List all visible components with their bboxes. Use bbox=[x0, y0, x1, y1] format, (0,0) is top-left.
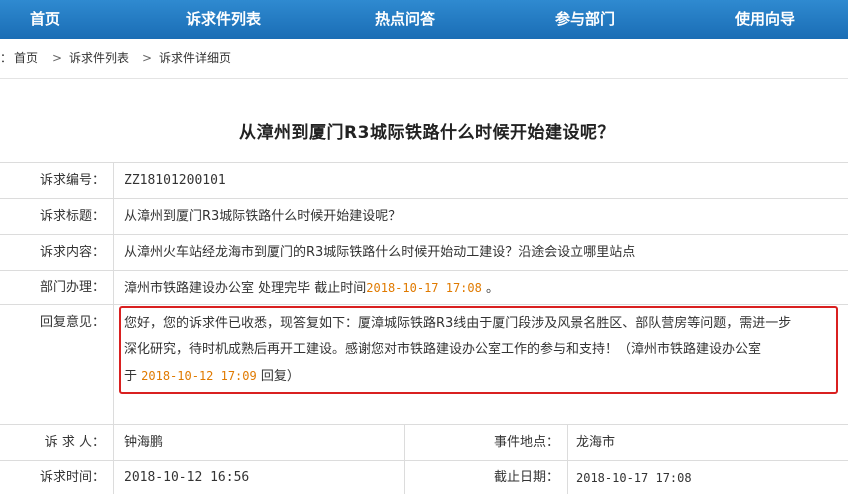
time-label: 诉求时间： bbox=[0, 461, 114, 494]
row-time: 诉求时间： 2018-10-12 16:56 截止日期： 2018-10-17 … bbox=[0, 461, 848, 494]
nav-home[interactable]: 首页 bbox=[30, 0, 60, 39]
content-label: 诉求内容： bbox=[0, 235, 114, 270]
department-status: 漳州市铁路建设办公室 处理完毕 截止时间 bbox=[124, 281, 367, 296]
petition-id-label: 诉求编号： bbox=[0, 163, 114, 198]
nav-petition-list[interactable]: 诉求件列表 bbox=[186, 0, 261, 39]
top-nav: 首页 诉求件列表 热点问答 参与部门 使用向导 bbox=[0, 0, 848, 39]
nav-user-guide[interactable]: 使用向导 bbox=[735, 0, 795, 39]
row-subject: 诉求标题： 从漳州到厦门R3城际铁路什么时候开始建设呢？ bbox=[0, 199, 848, 235]
reply-highlight-box bbox=[119, 306, 838, 394]
department-value: 漳州市铁路建设办公室 处理完毕 截止时间2018-10-17 17:08 。 bbox=[124, 271, 838, 306]
breadcrumb-petition-list[interactable]: 诉求件列表 bbox=[69, 51, 129, 65]
row-petition-id: 诉求编号： ZZ18101200101 bbox=[0, 163, 848, 199]
nav-departments[interactable]: 参与部门 bbox=[555, 0, 615, 39]
breadcrumb-separator: > bbox=[52, 51, 63, 65]
department-label: 部门办理： bbox=[0, 271, 114, 304]
department-deadline: 2018-10-17 17:08 bbox=[366, 281, 482, 295]
nav-hot-qa[interactable]: 热点问答 bbox=[375, 0, 435, 39]
reply-label: 回复意见： bbox=[0, 305, 114, 424]
location-label: 事件地点： bbox=[404, 425, 568, 461]
time-value: 2018-10-12 16:56 bbox=[124, 470, 250, 485]
detail-table: 诉求编号： ZZ18101200101 诉求标题： 从漳州到厦门R3城际铁路什么… bbox=[0, 162, 848, 494]
breadcrumb-prefix: ： bbox=[0, 51, 13, 65]
subject-label: 诉求标题： bbox=[0, 199, 114, 234]
breadcrumb-current: 诉求件详细页 bbox=[159, 51, 232, 65]
row-department: 部门办理： 漳州市铁路建设办公室 处理完毕 截止时间2018-10-17 17:… bbox=[0, 271, 848, 305]
breadcrumb-home[interactable]: 首页 bbox=[14, 51, 38, 65]
row-content: 诉求内容： 从漳州火车站经龙海市到厦门的R3城际铁路什么时候开始动工建设？沿途会… bbox=[0, 235, 848, 271]
petition-id-value: ZZ18101200101 bbox=[124, 173, 226, 188]
content-value: 从漳州火车站经龙海市到厦门的R3城际铁路什么时候开始动工建设？沿途会设立哪里站点 bbox=[124, 245, 636, 260]
department-suffix: 。 bbox=[481, 281, 499, 296]
petitioner-label: 诉 求 人： bbox=[0, 425, 114, 460]
location-value: 龙海市 bbox=[576, 435, 616, 450]
petitioner-value: 钟海鹏 bbox=[124, 435, 164, 450]
deadline-value: 2018-10-17 17:08 bbox=[576, 471, 692, 485]
page-title: 从漳州到厦门R3城际铁路什么时候开始建设呢？ bbox=[239, 123, 615, 143]
subject-value: 从漳州到厦门R3城际铁路什么时候开始建设呢？ bbox=[124, 209, 402, 224]
breadcrumb: ： 首页 > 诉求件列表 > 诉求件详细页 bbox=[0, 45, 848, 71]
deadline-label: 截止日期： bbox=[404, 461, 568, 494]
row-petitioner: 诉 求 人： 钟海鹏 事件地点： 龙海市 bbox=[0, 425, 848, 461]
divider bbox=[0, 78, 848, 79]
breadcrumb-separator: > bbox=[142, 51, 153, 65]
